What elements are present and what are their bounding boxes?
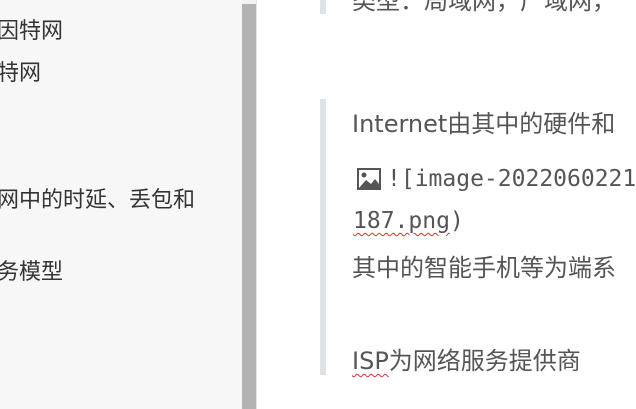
quote-line-terminal: 其中的智能手机等为端系 bbox=[352, 254, 616, 282]
isp-description: 为网络服务提供商 bbox=[388, 347, 581, 375]
editor-pane[interactable]: 类型：局域网，广域网， Internet由其中的硬件和 ![image-2022… bbox=[257, 0, 636, 409]
outline-item[interactable]: 务模型 bbox=[0, 258, 63, 288]
sidebar-scrollbar-thumb[interactable] bbox=[242, 4, 256, 409]
blockquote-bar bbox=[320, 99, 326, 375]
quote-line-partial: 类型：局域网，广域网， bbox=[352, 0, 616, 15]
outline-item[interactable]: 网中的时延、丢包和 bbox=[0, 186, 195, 216]
outline-item[interactable]: 特网 bbox=[0, 59, 41, 89]
image-link-close-paren: ) bbox=[449, 208, 464, 234]
image-link-markdown: ![image-20220602211 bbox=[387, 166, 636, 192]
typora-window: 因特网 特网 网中的时延、丢包和 务模型 类型：局域网，广域网， Interne… bbox=[0, 0, 636, 409]
outline-sidebar: 因特网 特网 网中的时延、丢包和 务模型 bbox=[0, 0, 242, 409]
image-icon bbox=[357, 168, 381, 196]
quote-line-internet: Internet由其中的硬件和 bbox=[352, 110, 616, 138]
outline-item[interactable]: 因特网 bbox=[0, 17, 63, 47]
isp-abbr: ISP bbox=[352, 347, 389, 375]
image-link-filename: 187.png bbox=[353, 208, 450, 234]
blockquote-bar bbox=[320, 0, 326, 14]
image-link-line[interactable]: ![image-20220602211 bbox=[357, 166, 636, 196]
quote-line-isp: ISP为网络服务提供商 bbox=[352, 341, 581, 376]
image-link-line-wrap[interactable]: 187.png) bbox=[353, 208, 464, 234]
